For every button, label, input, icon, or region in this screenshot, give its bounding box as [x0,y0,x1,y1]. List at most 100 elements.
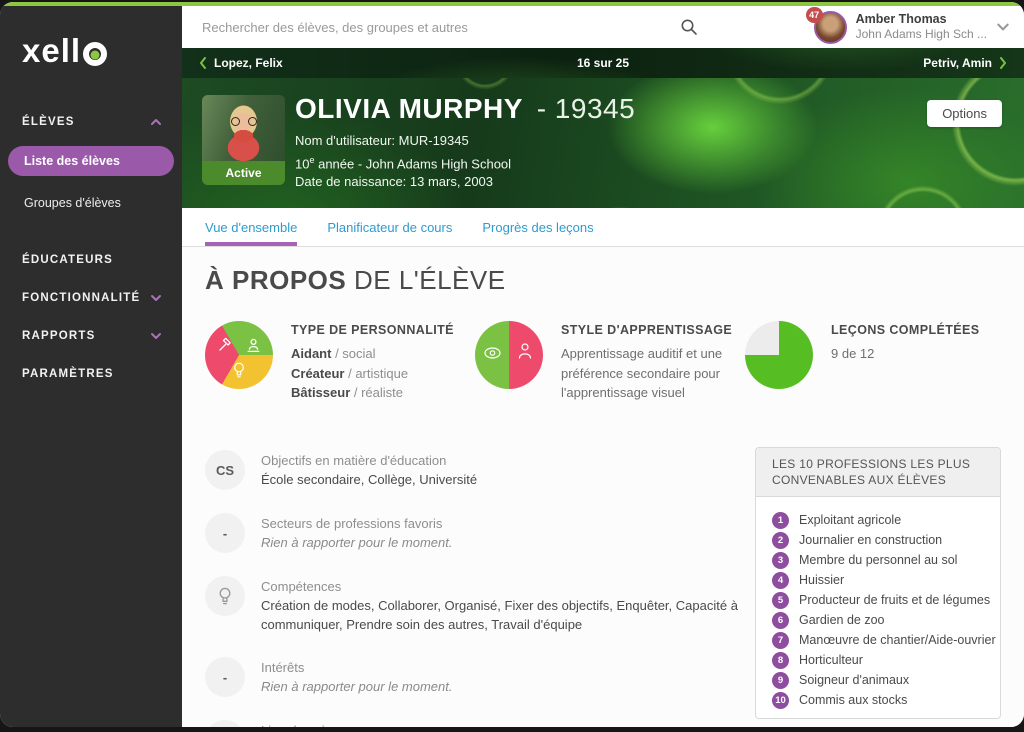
tab-vue-densemble[interactable]: Vue d'ensemble [205,208,298,246]
profession-label: Commis aux stocks [799,693,908,707]
user-name: Amber Thomas [855,12,947,26]
rank-badge: 6 [772,611,789,629]
sidebar-item-eleves[interactable]: ÉLÈVES [0,116,182,128]
tab-planificateur-de-cours[interactable]: Planificateur de cours [327,208,452,246]
profession-label: Membre du personnel au sol [799,553,958,567]
learning-style-description: Apprentissage auditif et une préférence … [561,346,723,400]
list-item-birthplace: Lieu de naissance Rio de Janeiro, State … [205,720,753,727]
profession-label: Producteur de fruits et de légumes [799,593,991,607]
sidebar-item-label: FONCTIONNALITÉ [22,292,141,304]
user-menu[interactable]: 47 Amber Thomas John Adams High Sch ... [805,6,1010,44]
overview-content: À PROPOS DE L'ÉLÈVE TYPE DE PERSONNALITÉ… [182,247,1024,727]
list-item-education-goals: CS Objectifs en matière d'éducation Écol… [205,450,753,490]
sidebar-item-label: RAPPORTS [22,330,96,342]
student-id: - 19345 [536,93,636,124]
logo-text: xell [22,32,82,69]
lessons-widget: LEÇONS COMPLÉTÉES 9 de 12 [745,317,1015,403]
profession-item[interactable]: 2 Journalier en construction [772,530,986,550]
avatar: 47 [805,6,847,44]
sidebar-item-fonctionnalite[interactable]: FONCTIONNALITÉ [0,292,182,304]
rank-badge: 1 [772,511,789,529]
lightbulb-icon [234,362,244,378]
detail-label: Secteurs de professions favoris [261,516,443,531]
profession-item[interactable]: 7 Manœuvre de chantier/Aide-ouvrier [772,630,996,650]
profession-item[interactable]: 1 Exploitant agricole [772,510,986,530]
widget-heading: TYPE DE PERSONNALITÉ [291,323,454,337]
dash-icon: - [205,513,245,553]
logo-o-icon [83,42,108,66]
profession-item[interactable]: 5 Producteur de fruits et de légumes [772,590,990,610]
profession-label: Journalier en construction [799,533,943,547]
lessons-count: 9 de 12 [831,346,875,361]
lightbulb-icon [205,576,245,616]
personality-pie-chart [205,321,273,389]
sidebar-item-rapports[interactable]: RAPPORTS [0,330,182,342]
detail-value: École secondaire, Collège, Université [261,472,478,487]
profession-label: Huissier [799,573,845,587]
detail-label: Intérêts [261,660,305,675]
user-school: John Adams High Sch ... [855,27,987,41]
search-input[interactable] [202,19,680,35]
sidebar-item-label: Liste des élèves [24,154,120,168]
detail-label: Lieu de naissance [261,721,524,727]
chevron-left-icon [200,57,206,69]
personality-widget: TYPE DE PERSONNALITÉ Aidant / social Cré… [205,317,475,403]
lessons-pie-chart [745,321,813,389]
profession-label: Soigneur d'animaux [799,673,910,687]
learning-style-widget: STYLE D'APPRENTISSAGE Apprentissage audi… [475,317,745,403]
next-student-button[interactable]: Petriv, Amin [923,56,1008,70]
student-details-list: CS Objectifs en matière d'éducation Écol… [205,450,753,727]
detail-value: Création de modes, Collaborer, Organisé,… [261,598,738,632]
detail-value: Rien à rapporter pour le moment. [261,535,453,550]
professions-card-heading: LES 10 PROFESSIONS LES PLUS CONVENABLES … [756,448,1000,497]
username-line: Nom d'utilisateur: MUR-19345 [295,133,469,148]
rank-badge: 7 [772,631,789,649]
personality-trait: Créateur / artistique [291,365,409,381]
sidebar-item-label: ÉLÈVES [22,116,75,128]
rank-badge: 2 [772,531,789,549]
globe-icon [205,720,245,727]
profession-item[interactable]: 3 Membre du personnel au sol [772,550,986,570]
person-icon [518,343,532,359]
glasses-decoration [230,117,257,127]
tab-bar: Vue d'ensemble Planificateur de cours Pr… [182,208,1024,247]
sidebar-item-groupes-deleves[interactable]: Groupes d'élèves [24,196,182,210]
prev-student-button[interactable]: Lopez, Felix [198,56,283,70]
student-photo: Active [202,95,285,185]
section-title: À PROPOS DE L'ÉLÈVE [205,265,506,295]
profession-item[interactable]: 6 Gardien de zoo [772,610,986,630]
search-icon[interactable] [680,18,698,36]
student-name: OLIVIA MURPHY [295,93,523,124]
xello-logo[interactable]: xell [0,6,182,70]
chevron-down-icon [997,23,1009,31]
rank-badge: 10 [772,691,789,709]
student-hero: Active OLIVIA MURPHY - 19345 Nom d'utili… [182,78,1024,208]
list-item-interests: - Intérêts Rien à rapporter pour le mome… [205,657,753,697]
next-student-label: Petriv, Amin [923,56,992,70]
helping-hand-icon [247,338,260,352]
detail-label: Objectifs en matière d'éducation [261,453,447,468]
top-professions-card: LES 10 PROFESSIONS LES PLUS CONVENABLES … [755,447,1001,719]
profession-item[interactable]: 10 Commis aux stocks [772,690,986,710]
personality-trait: Aidant / social [291,346,376,361]
profession-item[interactable]: 8 Horticulteur [772,650,986,670]
options-button[interactable]: Options [927,100,1002,127]
list-item-skills: Compétences Création de modes, Collabore… [205,576,753,634]
tab-progres-des-lecons[interactable]: Progrès des leçons [482,208,593,246]
sidebar-item-label: Groupes d'élèves [24,196,121,210]
chevron-down-icon [151,295,161,301]
chevron-up-icon [151,119,161,125]
profession-item[interactable]: 4 Huissier [772,570,986,590]
rank-badge: 4 [772,571,789,589]
rank-badge: 8 [772,651,789,669]
personality-trait: Bâtisseur / réaliste [291,385,404,400]
notification-badge: 47 [805,6,823,23]
profession-item[interactable]: 9 Soigneur d'animaux [772,670,986,690]
rank-badge: 5 [772,591,789,609]
sidebar-item-parametres[interactable]: PARAMÈTRES [0,368,182,380]
student-pager: Lopez, Felix 16 sur 25 Petriv, Amin [182,48,1024,78]
sidebar-item-liste-des-eleves[interactable]: Liste des élèves [8,146,174,176]
sidebar-item-educateurs[interactable]: ÉDUCATEURS [0,254,182,266]
page-title: OLIVIA MURPHY - 19345 [295,93,635,125]
grade-line: 10e année - John Adams High School [295,154,512,171]
